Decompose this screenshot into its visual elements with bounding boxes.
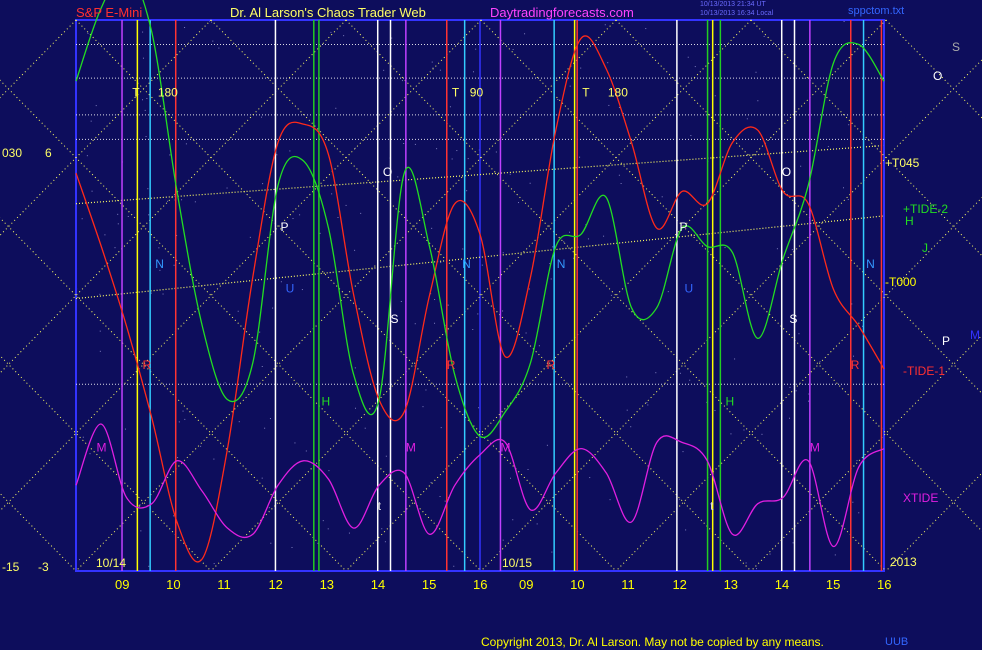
x-tick-label: 15: [421, 577, 437, 592]
marker-9: N: [866, 257, 875, 271]
year-label: 2013: [890, 555, 917, 569]
right-label-t045: +T045: [885, 156, 920, 170]
x-tick-label: 16: [473, 577, 488, 592]
marker-1: 180: [158, 86, 178, 100]
flux-vertical-lines: [121, 20, 883, 571]
gann-diagonal-19: [480, 59, 982, 572]
marker-6: N: [155, 257, 164, 271]
star-dots: [76, 20, 863, 572]
right-label-j: J: [922, 241, 928, 255]
marker-12: O: [383, 165, 392, 179]
gann-diagonal-21: [615, 196, 982, 572]
marker-10: P: [281, 220, 289, 234]
right-label-tide1: -TIDE-1: [903, 364, 945, 378]
marker-13: O: [782, 165, 791, 179]
marker-11: P: [679, 220, 687, 234]
gann-diagonal-9: [0, 19, 347, 374]
x-tick-label: 14: [774, 577, 790, 592]
left-axis-top-a: 030: [2, 146, 23, 160]
gann-diagonal-4: [0, 492, 77, 572]
marker-20: M: [500, 441, 510, 455]
gann-diagonal-6: [0, 354, 212, 572]
marker-27: R: [851, 358, 860, 372]
timestamp-ut: 10/13/2013 21:34 UT: [700, 1, 766, 8]
marker-5: 180: [608, 86, 628, 100]
marker-2: T: [452, 86, 460, 100]
marker-21: M: [810, 441, 820, 455]
x-tick-label: 09: [115, 577, 130, 592]
right-label-h: H: [905, 214, 914, 228]
marker-8: N: [557, 257, 566, 271]
gann-diagonal-22: [750, 19, 982, 257]
gann-diagonal-7: [0, 19, 212, 237]
right-label-p: P: [942, 334, 951, 348]
copyright-notice: Copyright 2013, Dr. Al Larson. May not b…: [481, 635, 824, 649]
x-tick-label: 13: [723, 577, 739, 592]
marker-24: R: [142, 358, 151, 372]
x-tick-label: 11: [621, 577, 635, 592]
marker-4: T: [582, 86, 590, 100]
x-tick-label: 14: [370, 577, 386, 592]
marker-25: R: [447, 358, 456, 372]
right-label-s: S: [952, 40, 961, 54]
gann-diagonal-20: [615, 19, 982, 395]
marker-3: 90: [470, 86, 484, 100]
x-tick-label: 12: [268, 577, 283, 592]
marker-0: T: [132, 86, 140, 100]
x-tick-label: 10: [570, 577, 585, 592]
x-tick-label: 13: [319, 577, 335, 592]
right-label-m: M: [970, 328, 980, 342]
marker-16: H: [321, 395, 330, 409]
x-tick-label: 16: [877, 577, 892, 592]
gann-diagonal-8: [0, 217, 347, 572]
left-axis-bottom-a: -15: [2, 560, 20, 574]
date-label-day1: 10/14: [96, 556, 127, 570]
marker-19: M: [406, 441, 416, 455]
marker-15: S: [789, 312, 797, 326]
gann-diagonal-18: [480, 19, 982, 532]
marker-18: M: [96, 441, 106, 455]
site-link[interactable]: Daytradingforecasts.com: [490, 5, 634, 20]
x-tick-label: 09: [519, 577, 534, 592]
marker-17: H: [725, 395, 734, 409]
date-label-day2: 10/15: [502, 556, 533, 570]
x-tick-label: 11: [217, 577, 231, 592]
right-label-xtide: XTIDE: [903, 491, 939, 505]
marker-29: t: [710, 499, 714, 513]
gann-diagonal-24: [885, 19, 982, 119]
gann-diagonal-11: [0, 19, 482, 512]
data-file-name: sppctom.txt: [848, 5, 905, 17]
right-label-t000: -T000: [885, 275, 917, 289]
marker-23: U: [685, 281, 694, 295]
marker-26: R: [546, 358, 555, 372]
gann-diagonal-5: [0, 19, 77, 99]
instrument-title: S&P E-Mini: [76, 5, 143, 20]
x-tick-label: 10: [166, 577, 181, 592]
marker-14: S: [391, 312, 399, 326]
marker-7: N: [462, 257, 471, 271]
right-label-o: O: [933, 69, 943, 83]
plot-area: [75, 19, 885, 572]
timestamp-local: 10/13/2013 16:34 Local: [700, 10, 774, 17]
marker-28: t: [378, 499, 382, 513]
marker-22: U: [286, 281, 295, 295]
chart-title: Dr. Al Larson's Chaos Trader Web: [230, 5, 426, 20]
chart-canvas: T 180 T 90 T 180 N N N N P P O O S S H H M M M M U U R R R Rt t: [0, 0, 982, 572]
left-axis-bottom-b: -3: [38, 560, 49, 574]
x-tick-label: 15: [825, 577, 841, 592]
gann-diagonal-23: [750, 334, 982, 572]
left-axis-top-b: 6: [45, 146, 52, 160]
gann-diagonal-10: [0, 79, 482, 572]
corner-mark: UUB: [885, 636, 909, 648]
x-tick-label: 12: [672, 577, 687, 592]
